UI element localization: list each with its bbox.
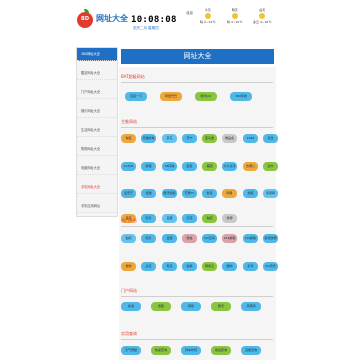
site-link-button[interactable]: 新浪 (202, 189, 217, 198)
site-link-button[interactable]: 163邮箱 (222, 234, 237, 243)
sidebar-item-5[interactable]: 购物网址大全 (77, 143, 117, 156)
site-link-button[interactable]: 苏宁 (182, 134, 197, 143)
site-link-button[interactable]: 1688 (243, 134, 258, 143)
site-link-button[interactable]: 芒果TV (182, 189, 197, 198)
sun-icon (204, 13, 211, 19)
weather-day-3-temp: 多云 4~16℃ (253, 20, 272, 24)
site-link-button[interactable]: 淘宝 (121, 134, 136, 143)
site-link-button[interactable]: 大众点评 (222, 162, 237, 171)
sidebar-item-0[interactable]: 360网址大全 (77, 48, 117, 61)
site-link-button[interactable]: 有道 (162, 262, 177, 271)
sidebar-item-7[interactable]: 手机网址大全 (77, 181, 117, 194)
site-link-button[interactable]: 航班查询 (211, 346, 231, 355)
weather-day-2-temp: 晴 3~15℃ (227, 20, 243, 24)
site-link-button[interactable]: 京东 (162, 134, 177, 143)
site-link-button[interactable]: 优酷 (141, 189, 156, 198)
page-title: 网址大全 (121, 49, 274, 64)
site-link-button[interactable]: 新浪 (121, 302, 141, 311)
site-link-button[interactable]: 亚马逊 (202, 134, 217, 143)
section-heading-0: BAT超级网站 (121, 74, 145, 79)
section-divider (121, 82, 273, 83)
site-link-button[interactable]: 搜狐 (151, 302, 171, 311)
site-link-button[interactable]: QQ音乐 (263, 262, 278, 271)
logo-text: BD (81, 16, 89, 22)
weather-day-2: 明天 晴 3~15℃ (227, 8, 243, 24)
site-link-button[interactable]: 豆瓣 (162, 234, 177, 243)
site-link-button[interactable]: 阿里巴巴 (160, 92, 182, 101)
weather-day-1-temp: 晴 2~14℃ (200, 20, 216, 24)
site-link-button[interactable]: 腾讯 (211, 302, 231, 311)
site-link-button[interactable]: 列车时刻 (181, 346, 201, 355)
weather-day-2-label: 明天 (231, 8, 238, 12)
site-link-button[interactable]: 豆瓣 (162, 214, 177, 223)
site-link-button[interactable]: 赶集 (182, 162, 197, 171)
site-link-button[interactable]: 微信 (182, 234, 197, 243)
site-link-button[interactable]: 知乎 (141, 234, 156, 243)
weather-day-1: 今天 晴 2~14℃ (200, 8, 216, 24)
weather-day-3: 后天 多云 4~16℃ (253, 8, 272, 24)
sidebar-item-2[interactable]: 门户网址大全 (77, 86, 117, 99)
site-link-button[interactable]: 必应 (141, 262, 156, 271)
cloud-sun-icon (259, 13, 266, 19)
sidebar: 360网址大全 酷站网址大全 门户网址大全 娱乐网址大全 生活网址大全 购物网址… (76, 47, 118, 217)
section-heading-1: 主推网站 (121, 119, 137, 124)
site-link-button[interactable]: 百度一下 (125, 92, 147, 101)
section-heading-2: 热门平台 (121, 218, 137, 223)
section-divider (121, 226, 273, 227)
site-link-button[interactable]: 快递查询 (151, 346, 171, 355)
clock: 10:08:08 (131, 15, 177, 25)
site-link-button[interactable]: 贴吧 (121, 234, 136, 243)
site-link-button[interactable]: 谷歌 (182, 262, 197, 271)
site-link-button[interactable]: QQ邮箱 (243, 234, 258, 243)
sidebar-item-8[interactable]: 手机应用网址 (77, 200, 117, 213)
site-link-button[interactable]: 携程 (141, 162, 156, 171)
site-link-button[interactable]: 天气预报 (121, 346, 141, 355)
sidebar-item-4[interactable]: 生活网址大全 (77, 124, 117, 137)
site-link-button[interactable]: QQ空间 (202, 234, 217, 243)
site-link-button[interactable]: 天涯 (182, 214, 197, 223)
section-divider (121, 127, 273, 128)
site-link-button[interactable]: 微博 (222, 214, 237, 223)
site-link-button[interactable]: 天猫商城 (141, 134, 156, 143)
site-link-button[interactable]: 爱奇艺 (121, 189, 136, 198)
site-link-button[interactable]: 酷狗 (222, 262, 237, 271)
site-link-button[interactable]: 网易 (222, 189, 237, 198)
weather-city: 北京 (186, 11, 193, 15)
site-link-button[interactable]: 腾讯QQ (195, 92, 217, 101)
site-link-button[interactable]: 当当 (263, 134, 278, 143)
site-link-button[interactable]: 虾米 (243, 262, 258, 271)
site-link-button[interactable]: 搜狗 (121, 262, 136, 271)
site-brand[interactable]: 网址大全 (96, 13, 128, 24)
section-heading-3: 门户网站 (121, 288, 137, 293)
section-divider (121, 339, 273, 340)
site-link-button[interactable]: 唯品会 (222, 134, 237, 143)
sidebar-item-1[interactable]: 酷站网址大全 (77, 67, 117, 80)
site-link-button[interactable]: 腾讯视频 (162, 189, 177, 198)
section-divider (121, 296, 273, 297)
header: BD 网址大全 10:08:08 农历二月 星期四 北京 今天 晴 2~14℃ … (0, 0, 360, 42)
site-link-button[interactable]: 美团 (202, 162, 217, 171)
lunar-date: 农历二月 星期四 (133, 26, 159, 30)
apple-logo-icon[interactable]: BD (77, 9, 93, 28)
site-link-button[interactable]: 凤凰网 (263, 189, 278, 198)
weather-day-1-label: 今天 (204, 8, 211, 12)
sidebar-item-6[interactable]: 电脑网址大全 (77, 162, 117, 175)
site-link-button[interactable]: 凤凰网 (241, 302, 261, 311)
site-link-button[interactable]: 知乎 (141, 214, 156, 223)
site-link-button[interactable]: 网易 (181, 302, 201, 311)
site-link-button[interactable]: 去哪儿 (243, 162, 258, 171)
site-link-button[interactable]: 58同城 (162, 162, 177, 171)
site-link-button[interactable]: 360导航 (230, 92, 252, 101)
weather-day-3-label: 后天 (259, 8, 266, 12)
sun-icon (231, 13, 238, 19)
sidebar-item-3[interactable]: 娱乐网址大全 (77, 105, 117, 118)
site-link-button[interactable]: 12306 (121, 162, 136, 171)
site-link-button[interactable]: 网易云 (202, 262, 217, 271)
section-heading-4: 实用查询 (121, 331, 137, 336)
site-link-button[interactable]: 途牛 (263, 162, 278, 171)
site-link-button[interactable]: 新浪微博 (263, 234, 278, 243)
site-link-button[interactable]: 搜狐 (243, 189, 258, 198)
site-link-button[interactable]: 违章查询 (241, 346, 261, 355)
site-link-button[interactable]: 贴吧 (202, 214, 217, 223)
